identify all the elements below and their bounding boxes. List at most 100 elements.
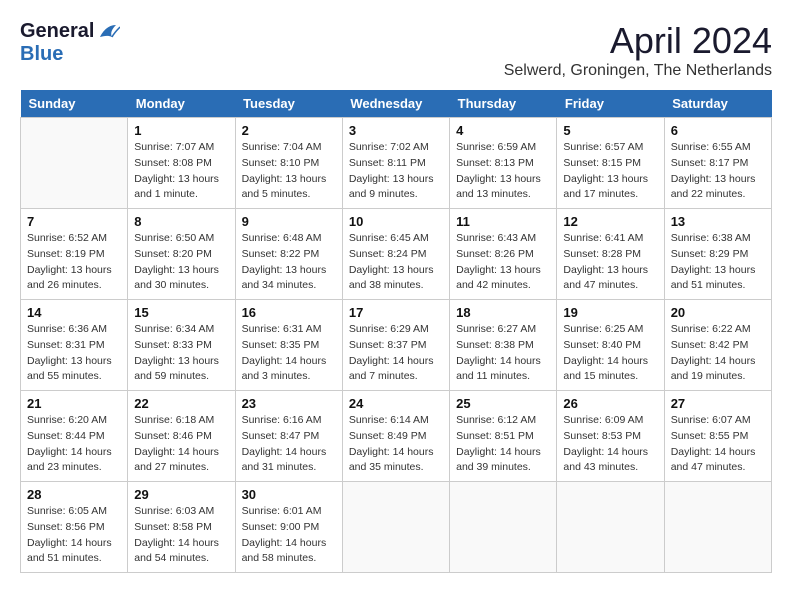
- day-number: 25: [456, 396, 550, 411]
- day-number: 1: [134, 123, 228, 138]
- sunrise-text: Sunrise: 6:20 AM: [27, 414, 107, 426]
- daylight-text: Daylight: 14 hours and 58 minutes.: [242, 537, 327, 565]
- sunrise-text: Sunrise: 6:05 AM: [27, 505, 107, 517]
- sunset-text: Sunset: 8:38 PM: [456, 339, 534, 351]
- sunset-text: Sunset: 8:46 PM: [134, 430, 212, 442]
- sunset-text: Sunset: 8:15 PM: [563, 157, 641, 169]
- sunset-text: Sunset: 8:20 PM: [134, 248, 212, 260]
- day-info: Sunrise: 6:36 AM Sunset: 8:31 PM Dayligh…: [27, 322, 121, 385]
- calendar-cell: 25 Sunrise: 6:12 AM Sunset: 8:51 PM Dayl…: [450, 391, 557, 482]
- sunrise-text: Sunrise: 6:38 AM: [671, 232, 751, 244]
- calendar-week-4: 21 Sunrise: 6:20 AM Sunset: 8:44 PM Dayl…: [21, 391, 772, 482]
- day-number: 23: [242, 396, 336, 411]
- calendar-cell: 23 Sunrise: 6:16 AM Sunset: 8:47 PM Dayl…: [235, 391, 342, 482]
- day-info: Sunrise: 6:27 AM Sunset: 8:38 PM Dayligh…: [456, 322, 550, 385]
- day-info: Sunrise: 6:29 AM Sunset: 8:37 PM Dayligh…: [349, 322, 443, 385]
- day-info: Sunrise: 6:52 AM Sunset: 8:19 PM Dayligh…: [27, 231, 121, 294]
- sunrise-text: Sunrise: 6:50 AM: [134, 232, 214, 244]
- day-info: Sunrise: 6:45 AM Sunset: 8:24 PM Dayligh…: [349, 231, 443, 294]
- day-info: Sunrise: 6:38 AM Sunset: 8:29 PM Dayligh…: [671, 231, 765, 294]
- day-info: Sunrise: 6:07 AM Sunset: 8:55 PM Dayligh…: [671, 413, 765, 476]
- daylight-text: Daylight: 14 hours and 27 minutes.: [134, 446, 219, 474]
- day-info: Sunrise: 6:03 AM Sunset: 8:58 PM Dayligh…: [134, 504, 228, 567]
- calendar-cell: [342, 482, 449, 573]
- daylight-text: Daylight: 13 hours and 1 minute.: [134, 173, 219, 201]
- sunset-text: Sunset: 8:53 PM: [563, 430, 641, 442]
- sunrise-text: Sunrise: 6:45 AM: [349, 232, 429, 244]
- daylight-text: Daylight: 13 hours and 5 minutes.: [242, 173, 327, 201]
- logo-general-text: General: [20, 20, 94, 43]
- sunset-text: Sunset: 8:42 PM: [671, 339, 749, 351]
- daylight-text: Daylight: 13 hours and 38 minutes.: [349, 264, 434, 292]
- day-number: 17: [349, 305, 443, 320]
- daylight-text: Daylight: 13 hours and 47 minutes.: [563, 264, 648, 292]
- sunrise-text: Sunrise: 6:12 AM: [456, 414, 536, 426]
- sunset-text: Sunset: 8:55 PM: [671, 430, 749, 442]
- logo-bird-icon: [98, 23, 120, 41]
- daylight-text: Daylight: 14 hours and 19 minutes.: [671, 355, 756, 383]
- daylight-text: Daylight: 14 hours and 47 minutes.: [671, 446, 756, 474]
- sunrise-text: Sunrise: 6:16 AM: [242, 414, 322, 426]
- daylight-text: Daylight: 13 hours and 30 minutes.: [134, 264, 219, 292]
- daylight-text: Daylight: 14 hours and 31 minutes.: [242, 446, 327, 474]
- day-number: 19: [563, 305, 657, 320]
- day-info: Sunrise: 6:14 AM Sunset: 8:49 PM Dayligh…: [349, 413, 443, 476]
- day-number: 20: [671, 305, 765, 320]
- day-number: 8: [134, 214, 228, 229]
- sunrise-text: Sunrise: 6:48 AM: [242, 232, 322, 244]
- sunrise-text: Sunrise: 6:59 AM: [456, 141, 536, 153]
- sunset-text: Sunset: 8:24 PM: [349, 248, 427, 260]
- daylight-text: Daylight: 14 hours and 3 minutes.: [242, 355, 327, 383]
- sunset-text: Sunset: 8:11 PM: [349, 157, 426, 169]
- day-info: Sunrise: 6:25 AM Sunset: 8:40 PM Dayligh…: [563, 322, 657, 385]
- sunrise-text: Sunrise: 7:07 AM: [134, 141, 214, 153]
- calendar-week-1: 1 Sunrise: 7:07 AM Sunset: 8:08 PM Dayli…: [21, 118, 772, 209]
- day-number: 27: [671, 396, 765, 411]
- daylight-text: Daylight: 14 hours and 35 minutes.: [349, 446, 434, 474]
- day-number: 22: [134, 396, 228, 411]
- calendar-cell: [557, 482, 664, 573]
- sunrise-text: Sunrise: 7:04 AM: [242, 141, 322, 153]
- calendar-cell: 15 Sunrise: 6:34 AM Sunset: 8:33 PM Dayl…: [128, 300, 235, 391]
- day-info: Sunrise: 6:05 AM Sunset: 8:56 PM Dayligh…: [27, 504, 121, 567]
- sunrise-text: Sunrise: 6:01 AM: [242, 505, 322, 517]
- daylight-text: Daylight: 14 hours and 43 minutes.: [563, 446, 648, 474]
- sunrise-text: Sunrise: 6:41 AM: [563, 232, 643, 244]
- day-number: 10: [349, 214, 443, 229]
- day-info: Sunrise: 7:04 AM Sunset: 8:10 PM Dayligh…: [242, 140, 336, 203]
- daylight-text: Daylight: 13 hours and 55 minutes.: [27, 355, 112, 383]
- sunrise-text: Sunrise: 6:14 AM: [349, 414, 429, 426]
- sunrise-text: Sunrise: 6:36 AM: [27, 323, 107, 335]
- day-number: 26: [563, 396, 657, 411]
- calendar-cell: 5 Sunrise: 6:57 AM Sunset: 8:15 PM Dayli…: [557, 118, 664, 209]
- day-info: Sunrise: 6:22 AM Sunset: 8:42 PM Dayligh…: [671, 322, 765, 385]
- day-number: 12: [563, 214, 657, 229]
- sunset-text: Sunset: 8:51 PM: [456, 430, 534, 442]
- calendar-cell: 16 Sunrise: 6:31 AM Sunset: 8:35 PM Dayl…: [235, 300, 342, 391]
- calendar-cell: 7 Sunrise: 6:52 AM Sunset: 8:19 PM Dayli…: [21, 209, 128, 300]
- day-info: Sunrise: 6:57 AM Sunset: 8:15 PM Dayligh…: [563, 140, 657, 203]
- daylight-text: Daylight: 14 hours and 54 minutes.: [134, 537, 219, 565]
- day-info: Sunrise: 6:20 AM Sunset: 8:44 PM Dayligh…: [27, 413, 121, 476]
- daylight-text: Daylight: 14 hours and 7 minutes.: [349, 355, 434, 383]
- sunset-text: Sunset: 8:22 PM: [242, 248, 320, 260]
- calendar-cell: 29 Sunrise: 6:03 AM Sunset: 8:58 PM Dayl…: [128, 482, 235, 573]
- calendar-cell: 10 Sunrise: 6:45 AM Sunset: 8:24 PM Dayl…: [342, 209, 449, 300]
- sunrise-text: Sunrise: 6:09 AM: [563, 414, 643, 426]
- sunrise-text: Sunrise: 6:07 AM: [671, 414, 751, 426]
- day-info: Sunrise: 6:48 AM Sunset: 8:22 PM Dayligh…: [242, 231, 336, 294]
- day-number: 18: [456, 305, 550, 320]
- day-info: Sunrise: 6:55 AM Sunset: 8:17 PM Dayligh…: [671, 140, 765, 203]
- sunset-text: Sunset: 8:35 PM: [242, 339, 320, 351]
- sunrise-text: Sunrise: 6:03 AM: [134, 505, 214, 517]
- calendar-cell: 9 Sunrise: 6:48 AM Sunset: 8:22 PM Dayli…: [235, 209, 342, 300]
- dow-header-friday: Friday: [557, 90, 664, 118]
- day-number: 7: [27, 214, 121, 229]
- sunset-text: Sunset: 8:56 PM: [27, 521, 105, 533]
- dow-header-wednesday: Wednesday: [342, 90, 449, 118]
- calendar-cell: 20 Sunrise: 6:22 AM Sunset: 8:42 PM Dayl…: [664, 300, 771, 391]
- daylight-text: Daylight: 13 hours and 22 minutes.: [671, 173, 756, 201]
- day-number: 15: [134, 305, 228, 320]
- sunrise-text: Sunrise: 6:31 AM: [242, 323, 322, 335]
- daylight-text: Daylight: 13 hours and 17 minutes.: [563, 173, 648, 201]
